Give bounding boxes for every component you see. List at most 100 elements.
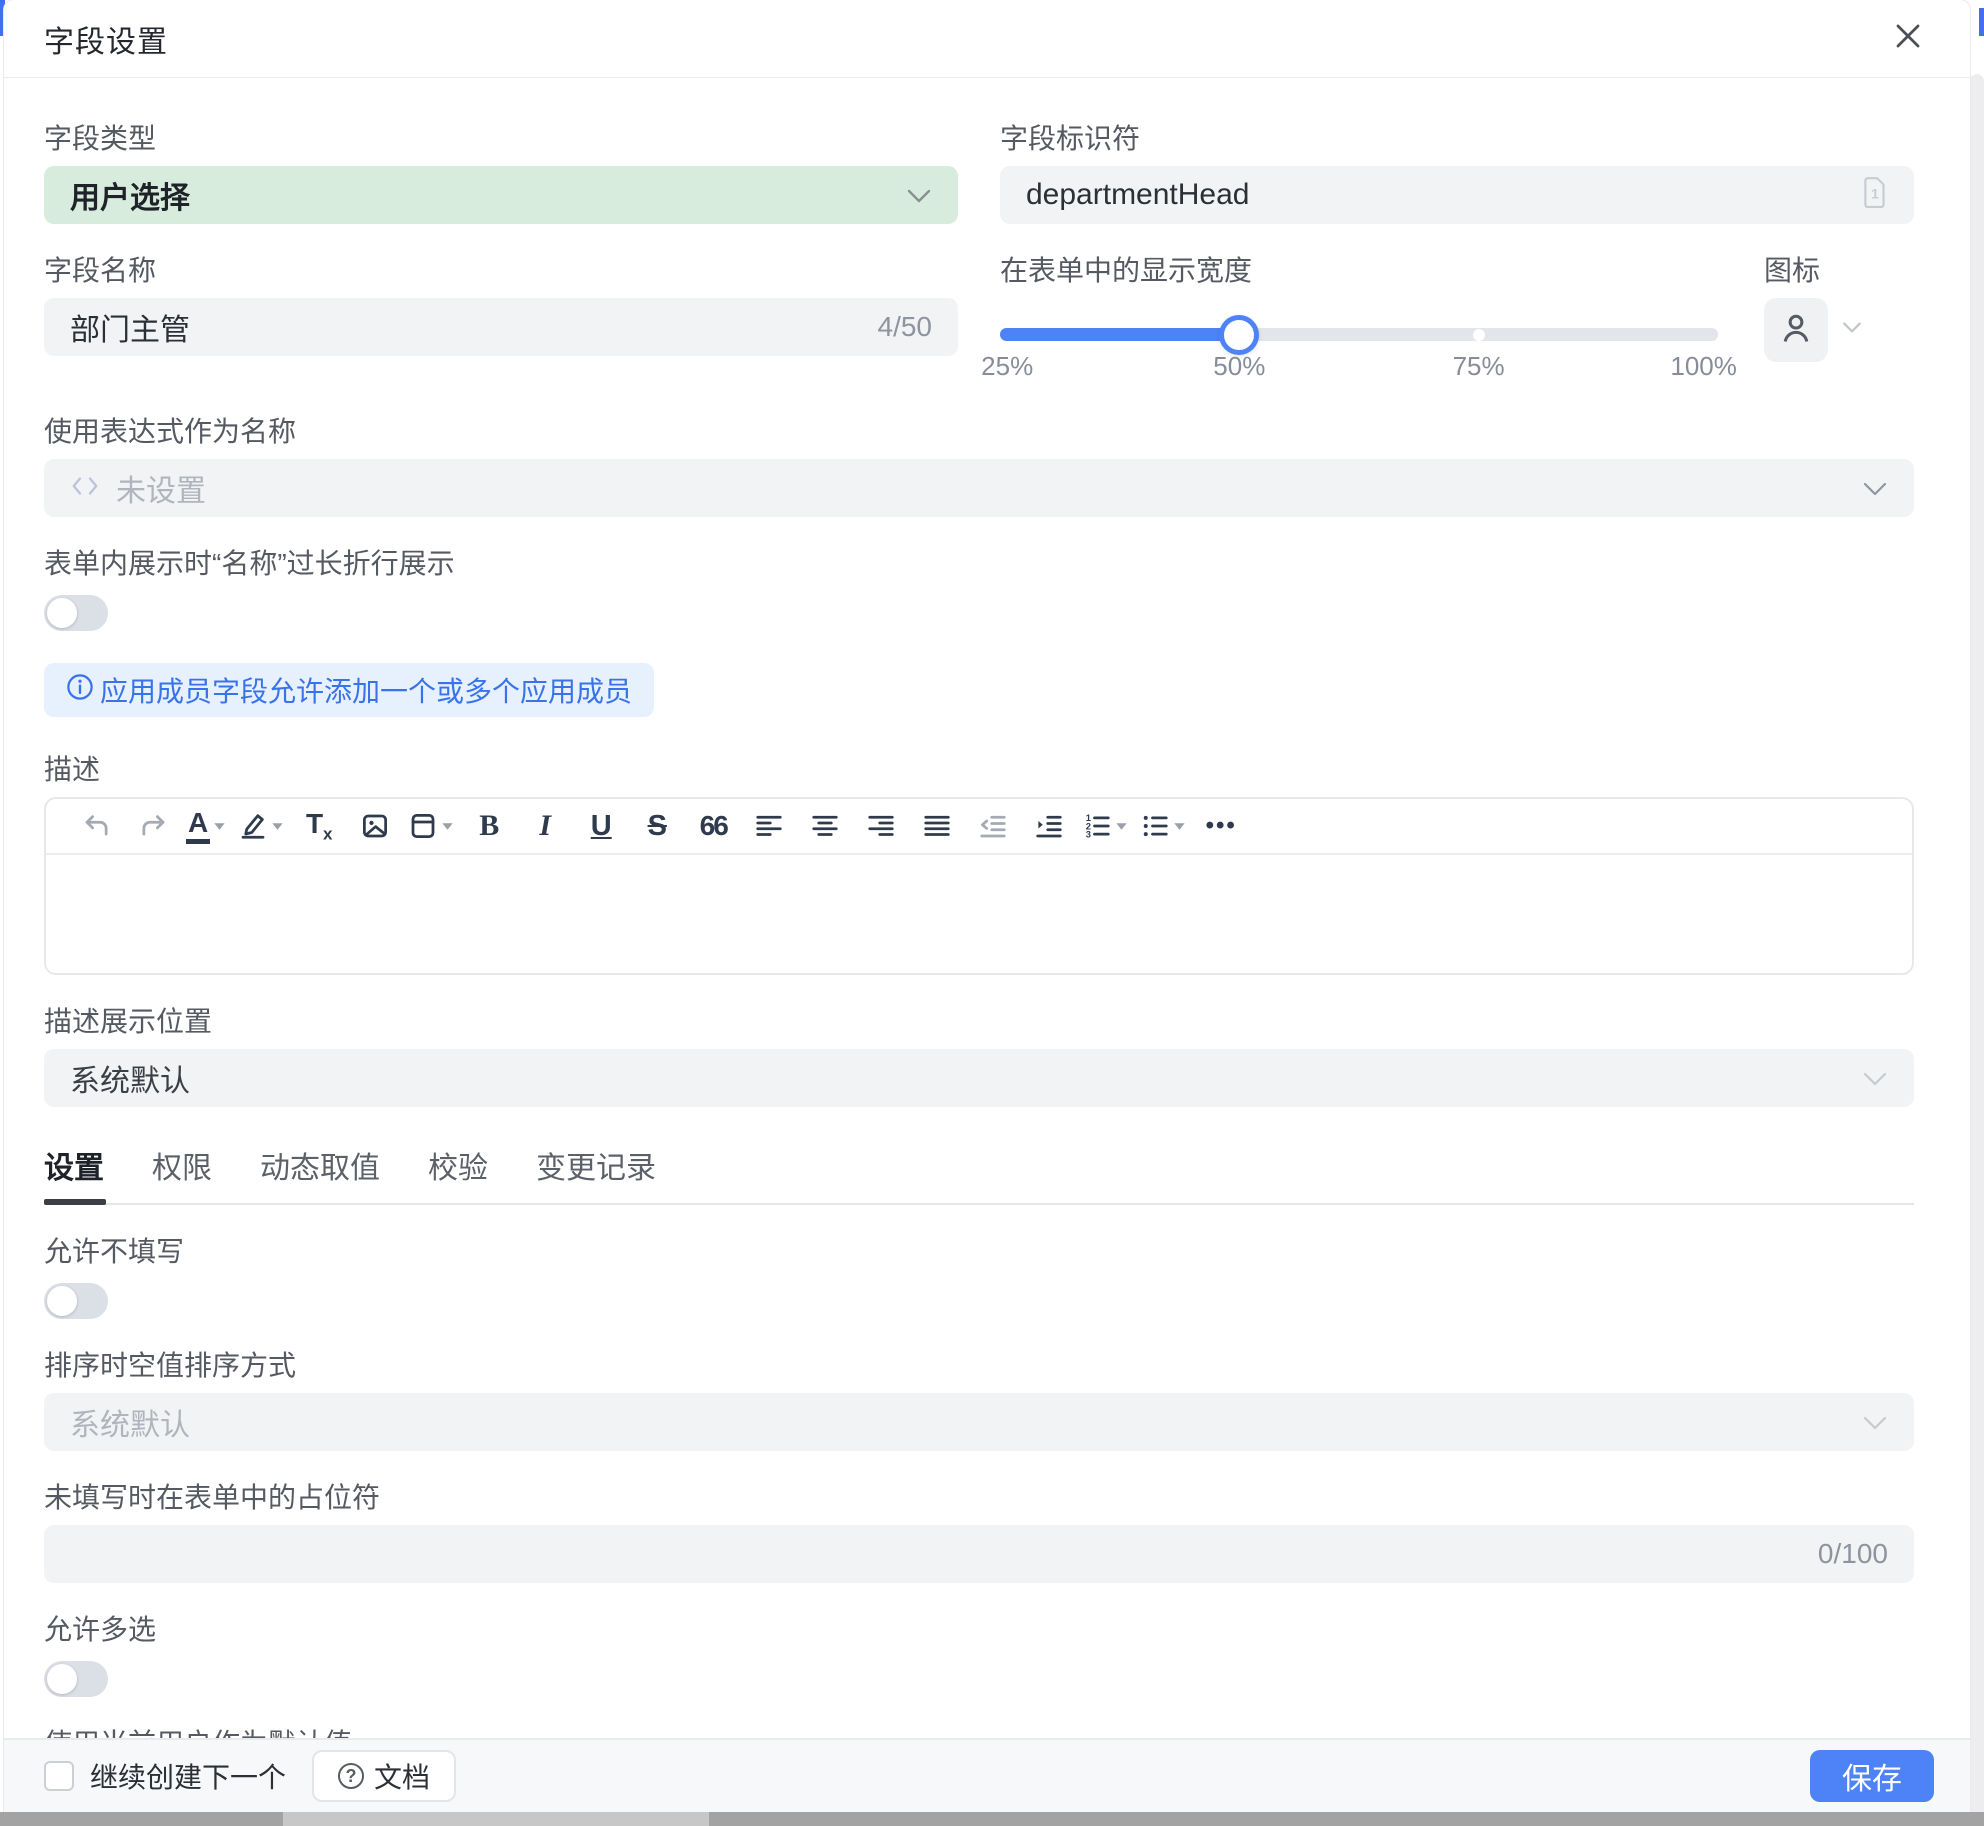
placeholder-input[interactable]: 0/100 <box>44 1525 1914 1583</box>
dialog-footer: 继续创建下一个 ? 文档 保存 <box>4 1738 1970 1812</box>
description-position-select[interactable]: 系统默认 <box>44 1049 1914 1107</box>
blockquote-button[interactable]: 66 <box>690 804 736 848</box>
chevron-down-icon <box>1862 1405 1888 1439</box>
strikethrough-icon: S <box>647 809 667 842</box>
active-tab-indicator <box>44 1199 106 1205</box>
ordered-list-button[interactable]: 123 <box>1082 804 1130 848</box>
highlight-button[interactable] <box>238 804 286 848</box>
caret-down-icon <box>271 819 284 834</box>
align-justify-button[interactable] <box>914 804 960 848</box>
strikethrough-button[interactable]: S <box>634 804 680 848</box>
icon-picker-button[interactable] <box>1764 298 1828 362</box>
table-button[interactable] <box>408 804 456 848</box>
placeholder-label: 未填写时在表单中的占位符 <box>44 1482 381 1513</box>
slider-fill <box>1000 328 1240 341</box>
allow-empty-toggle[interactable] <box>44 1283 108 1319</box>
code-icon <box>70 471 100 505</box>
allow-multiple-toggle[interactable] <box>44 1661 108 1697</box>
slider-track[interactable] <box>1000 314 1718 355</box>
tab-settings[interactable]: 设置 <box>44 1143 104 1187</box>
outdent-button[interactable] <box>970 804 1016 848</box>
allow-empty-label: 允许不填写 <box>44 1236 185 1267</box>
indent-icon <box>1034 811 1064 841</box>
empty-sort-value: 系统默认 <box>70 1409 190 1442</box>
image-button[interactable] <box>352 804 398 848</box>
tab-validation[interactable]: 校验 <box>428 1143 488 1187</box>
dialog-title: 字段设置 <box>44 25 168 59</box>
align-left-button[interactable] <box>746 804 792 848</box>
save-button[interactable]: 保存 <box>1810 1750 1934 1802</box>
docs-button[interactable]: ? 文档 <box>312 1750 457 1802</box>
dialog-header: 字段设置 <box>4 0 1970 78</box>
docs-button-label: 文档 <box>374 1762 431 1793</box>
redo-icon <box>138 811 168 841</box>
field-identifier-label: 字段标识符 <box>1000 123 1141 154</box>
continue-create-label: 继续创建下一个 <box>90 1762 287 1793</box>
tab-change-log[interactable]: 变更记录 <box>536 1143 656 1187</box>
bold-button[interactable]: B <box>466 804 512 848</box>
field-type-select[interactable]: 用户选择 <box>44 166 958 224</box>
align-right-button[interactable] <box>858 804 904 848</box>
field-settings-dialog: 字段设置 字段类型 用户选择 字段标识符 departmentHead 1 字段… <box>4 0 1970 1812</box>
unordered-list-button[interactable] <box>1140 804 1188 848</box>
identifier-doc-icon: 1 <box>1862 176 1888 215</box>
more-button[interactable]: ••• <box>1198 804 1244 848</box>
chevron-down-icon <box>1862 1061 1888 1095</box>
expression-select[interactable]: 未设置 <box>44 459 1914 517</box>
align-right-icon <box>866 811 896 841</box>
field-name-value: 部门主管 <box>70 314 190 347</box>
italic-button[interactable]: I <box>522 804 568 848</box>
continue-create-checkbox[interactable] <box>44 1761 74 1791</box>
rich-text-content[interactable] <box>46 855 1912 973</box>
user-icon <box>1777 309 1815 352</box>
empty-sort-group: 排序时空值排序方式 系统默认 <box>44 1349 1914 1451</box>
close-button[interactable] <box>1886 17 1930 61</box>
display-width-group: 在表单中的显示宽度 25% 50% 75% 100% <box>981 254 1737 385</box>
align-center-button[interactable] <box>802 804 848 848</box>
redo-button[interactable] <box>130 804 176 848</box>
field-type-group: 字段类型 用户选择 <box>44 122 958 224</box>
undo-button[interactable] <box>74 804 120 848</box>
chevron-down-icon[interactable] <box>1842 321 1862 339</box>
background-bottom-strip <box>0 1812 1984 1826</box>
caret-down-icon <box>1173 819 1186 834</box>
align-justify-icon <box>922 811 952 841</box>
chevron-down-icon <box>1862 471 1888 505</box>
font-color-button[interactable]: A <box>186 804 228 848</box>
bold-icon: B <box>479 809 500 842</box>
slider-tick-25: 25% <box>981 351 1034 381</box>
toggle-knob <box>47 1286 77 1316</box>
undo-icon <box>82 811 112 841</box>
display-width-slider: 25% 50% 75% 100% <box>981 298 1737 385</box>
dialog-body: 字段类型 用户选择 字段标识符 departmentHead 1 字段名称 部门… <box>4 78 1970 1738</box>
description-position-value: 系统默认 <box>70 1065 190 1098</box>
rich-text-toolbar: A Tx B I U S 66 1 2 3 ••• <box>46 799 1912 855</box>
icon-picker-label: 图标 <box>1764 255 1821 286</box>
indent-button[interactable] <box>1026 804 1072 848</box>
slider-tick-75: 75% <box>1452 351 1505 381</box>
field-identifier-input[interactable]: departmentHead 1 <box>1000 166 1914 224</box>
field-type-value: 用户选择 <box>70 182 190 215</box>
tab-dynamic-value[interactable]: 动态取值 <box>260 1143 380 1187</box>
description-position-label: 描述展示位置 <box>44 1006 213 1037</box>
empty-sort-select[interactable]: 系统默认 <box>44 1393 1914 1451</box>
empty-sort-label: 排序时空值排序方式 <box>44 1350 297 1381</box>
slider-handle[interactable] <box>1219 314 1260 355</box>
caret-down-icon <box>213 819 226 834</box>
allow-multiple-label: 允许多选 <box>44 1614 157 1645</box>
align-left-icon <box>754 811 784 841</box>
display-width-label: 在表单中的显示宽度 <box>1000 255 1253 286</box>
field-identifier-value: departmentHead <box>1026 178 1250 211</box>
placeholder-group: 未填写时在表单中的占位符 0/100 <box>44 1481 1914 1583</box>
clear-format-button[interactable]: Tx <box>296 804 342 848</box>
svg-text:3: 3 <box>1086 830 1091 840</box>
slider-tick-labels: 25% 50% 75% 100% <box>981 351 1737 385</box>
default-current-user-group: 使用当前用户作为默认值 <box>44 1727 1914 1738</box>
toggle-knob <box>47 1664 77 1694</box>
underline-button[interactable]: U <box>578 804 624 848</box>
field-name-input[interactable]: 部门主管 4/50 <box>44 298 958 356</box>
background-bottom-strip-segment <box>283 1812 709 1826</box>
top-grid-row1: 字段类型 用户选择 字段标识符 departmentHead 1 <box>44 122 1914 224</box>
tab-permissions[interactable]: 权限 <box>152 1143 212 1187</box>
wrap-name-toggle[interactable] <box>44 595 108 631</box>
